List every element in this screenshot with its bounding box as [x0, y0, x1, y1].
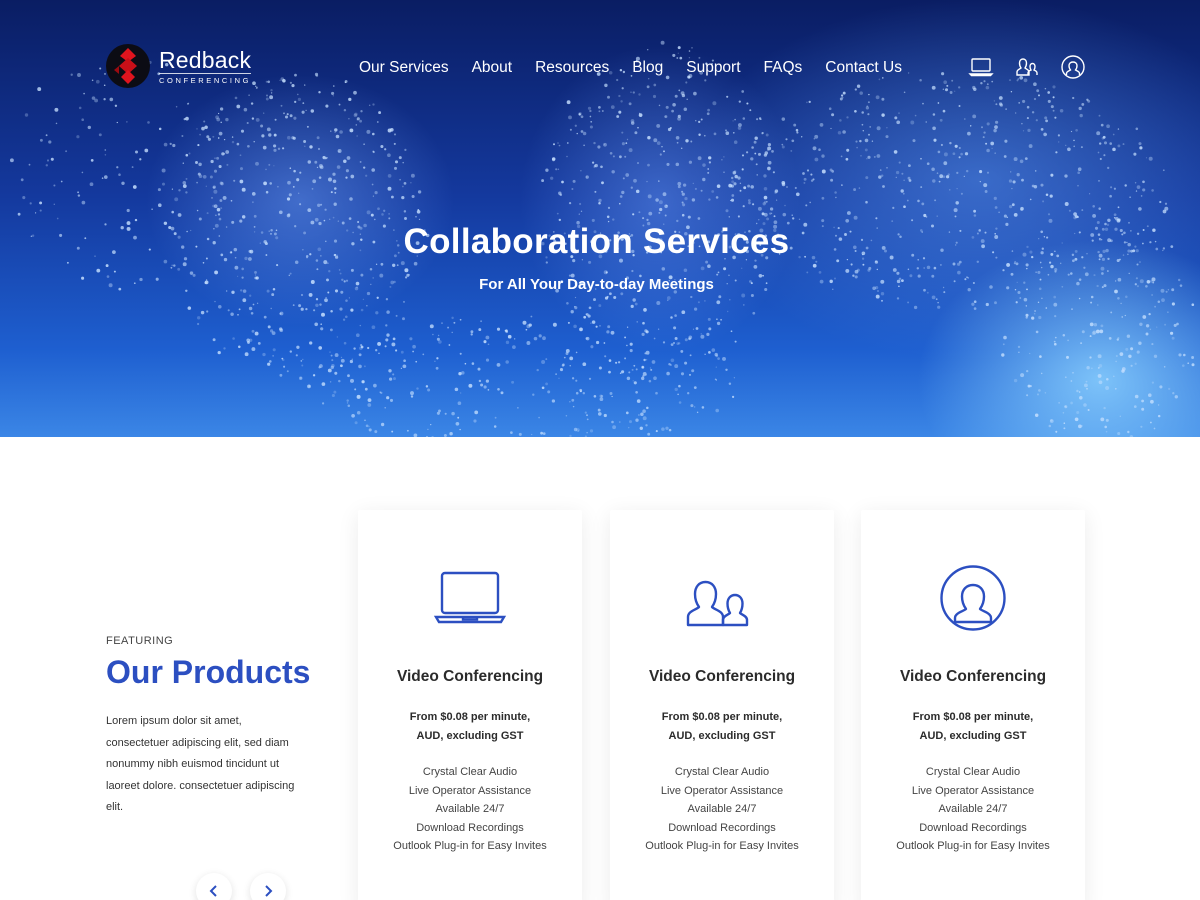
nav-contact-us[interactable]: Contact Us	[825, 58, 902, 78]
list-item: Crystal Clear Audio	[925, 766, 1021, 778]
nav-blog[interactable]: Blog	[632, 58, 663, 78]
user-circle-icon	[933, 565, 1013, 635]
nav-icon-group	[968, 54, 1106, 80]
section-eyebrow: FEATURING	[106, 635, 174, 647]
list-item: Outlook Plug-in for Easy Invites	[393, 840, 547, 852]
section-title: Our Products	[106, 654, 311, 690]
hero-subtitle: For All Your Day-to-day Meetings	[479, 276, 714, 293]
chevron-left-icon	[209, 885, 217, 897]
laptop-icon[interactable]	[968, 54, 994, 80]
list-item: Available 24/7	[435, 803, 505, 815]
product-feature-list: Crystal Clear Audio Live Operator Assist…	[610, 763, 834, 856]
product-card[interactable]: Video Conferencing From $0.08 per minute…	[861, 510, 1085, 900]
nav-our-services[interactable]: Our Services	[359, 58, 449, 78]
list-item: Live Operator Assistance	[408, 784, 532, 797]
list-item: Download Recordings	[668, 821, 776, 834]
next-arrow-button[interactable]	[250, 873, 286, 900]
brand-name: Redback	[159, 46, 252, 73]
product-price: From $0.08 per minute, AUD, excluding GS…	[661, 711, 783, 742]
brand-logo[interactable]: Redback CONFERENCING	[106, 44, 252, 88]
product-card[interactable]: Video Conferencing From $0.08 per minute…	[358, 510, 582, 900]
section-description: Lorem ipsum dolor sit amet, consectetuer…	[106, 715, 295, 813]
main-nav: Our Services About Resources Blog Suppor…	[359, 58, 925, 78]
product-title: Video Conferencing	[396, 668, 544, 685]
brand-tagline: CONFERENCING	[159, 72, 252, 85]
hero-title: Collaboration Services	[403, 222, 790, 261]
nav-about[interactable]: About	[472, 58, 513, 78]
hero-banner: Redback CONFERENCING Our Services About …	[0, 0, 1200, 437]
product-feature-list: Crystal Clear Audio Live Operator Assist…	[358, 763, 582, 856]
product-price: From $0.08 per minute, AUD, excluding GS…	[912, 711, 1034, 742]
product-title: Video Conferencing	[648, 668, 796, 685]
users-icon[interactable]	[1014, 54, 1040, 80]
nav-resources[interactable]: Resources	[535, 58, 609, 78]
prev-arrow-button[interactable]	[196, 873, 232, 900]
list-item: Download Recordings	[416, 821, 524, 834]
chevron-right-icon	[265, 885, 273, 897]
list-item: Crystal Clear Audio	[422, 766, 518, 778]
list-item: Crystal Clear Audio	[674, 766, 770, 778]
list-item: Live Operator Assistance	[911, 784, 1035, 797]
list-item: Live Operator Assistance	[660, 784, 784, 797]
list-item: Outlook Plug-in for Easy Invites	[645, 840, 799, 852]
redback-logo-icon	[106, 44, 150, 88]
carousel-controls	[196, 873, 304, 900]
nav-faqs[interactable]: FAQs	[764, 58, 803, 78]
nav-support[interactable]: Support	[686, 58, 740, 78]
product-price: From $0.08 per minute, AUD, excluding GS…	[409, 711, 531, 742]
list-item: Outlook Plug-in for Easy Invites	[896, 840, 1050, 852]
product-title: Video Conferencing	[899, 668, 1047, 685]
list-item: Available 24/7	[938, 803, 1008, 815]
laptop-icon	[430, 565, 510, 635]
list-item: Available 24/7	[687, 803, 757, 815]
user-icon[interactable]	[1060, 54, 1086, 80]
product-card[interactable]: Video Conferencing From $0.08 per minute…	[610, 510, 834, 900]
list-item: Download Recordings	[919, 821, 1027, 834]
product-feature-list: Crystal Clear Audio Live Operator Assist…	[861, 763, 1085, 856]
users-icon	[682, 565, 762, 635]
